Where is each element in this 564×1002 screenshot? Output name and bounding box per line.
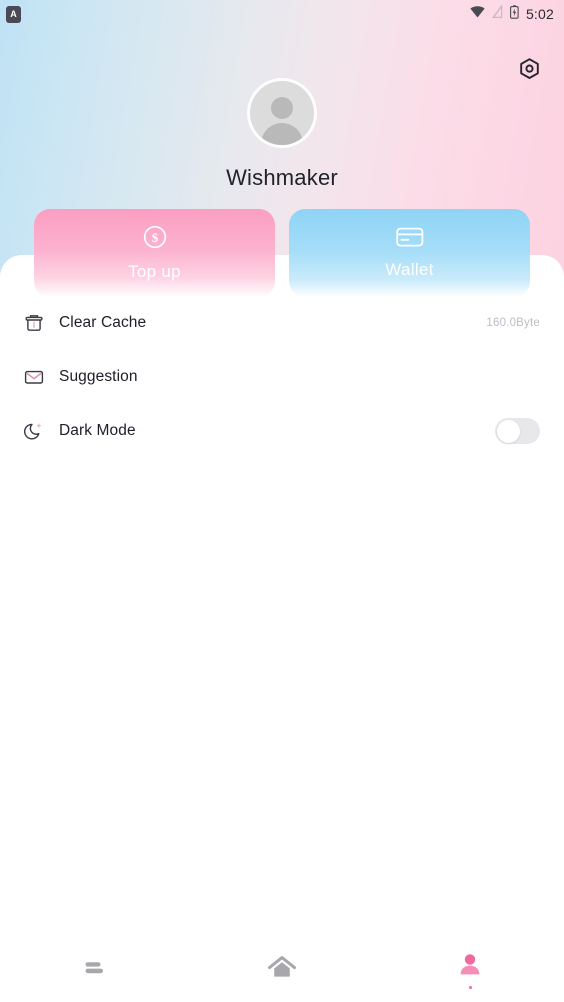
moon-icon: [24, 421, 52, 441]
nav-item-home[interactable]: [188, 955, 376, 986]
toggle-knob: [496, 419, 520, 443]
dollar-circle-icon: $: [142, 224, 168, 255]
cache-size-value: 160.0Byte: [486, 317, 540, 329]
status-bar-left: A: [6, 5, 21, 23]
status-bar-right: 5:02: [470, 3, 554, 24]
action-cards: $ Top up Wallet: [34, 209, 530, 297]
username-label: Wishmaker: [226, 165, 338, 190]
credit-card-icon: [395, 226, 424, 253]
svg-text:$: $: [151, 230, 158, 245]
top-up-button[interactable]: $ Top up: [34, 209, 275, 297]
settings-list: Clear Cache 160.0Byte Suggestion Dark Mo…: [0, 296, 564, 458]
wallet-button[interactable]: Wallet: [289, 209, 530, 297]
app-notification-icon: A: [6, 5, 21, 23]
wallet-label: Wallet: [385, 260, 434, 279]
avatar[interactable]: [247, 78, 317, 148]
home-icon: [267, 955, 297, 986]
wifi-icon: [470, 5, 485, 23]
list-item-clear-cache[interactable]: Clear Cache 160.0Byte: [0, 296, 564, 350]
top-up-label: Top up: [128, 262, 181, 281]
battery-charging-icon: [509, 4, 519, 24]
status-bar: A 5:02: [0, 0, 564, 28]
envelope-icon: [24, 367, 52, 387]
signal-off-icon: [491, 3, 503, 24]
person-icon: [457, 952, 483, 983]
list-item-label: Dark Mode: [59, 422, 136, 439]
trash-icon: [24, 313, 52, 333]
list-item-label: Suggestion: [59, 368, 138, 385]
profile-section: Wishmaker: [0, 78, 564, 191]
bottom-navigation: [0, 938, 564, 1002]
nav-item-list[interactable]: [0, 957, 188, 984]
status-bar-clock: 5:02: [525, 6, 554, 22]
nav-item-profile[interactable]: [376, 952, 564, 989]
list-icon: [81, 957, 107, 984]
list-item-suggestion[interactable]: Suggestion: [0, 350, 564, 404]
dark-mode-toggle[interactable]: [495, 418, 540, 444]
active-indicator-dot: [468, 985, 472, 989]
list-item-label: Clear Cache: [59, 314, 147, 331]
list-item-dark-mode[interactable]: Dark Mode: [0, 404, 564, 458]
